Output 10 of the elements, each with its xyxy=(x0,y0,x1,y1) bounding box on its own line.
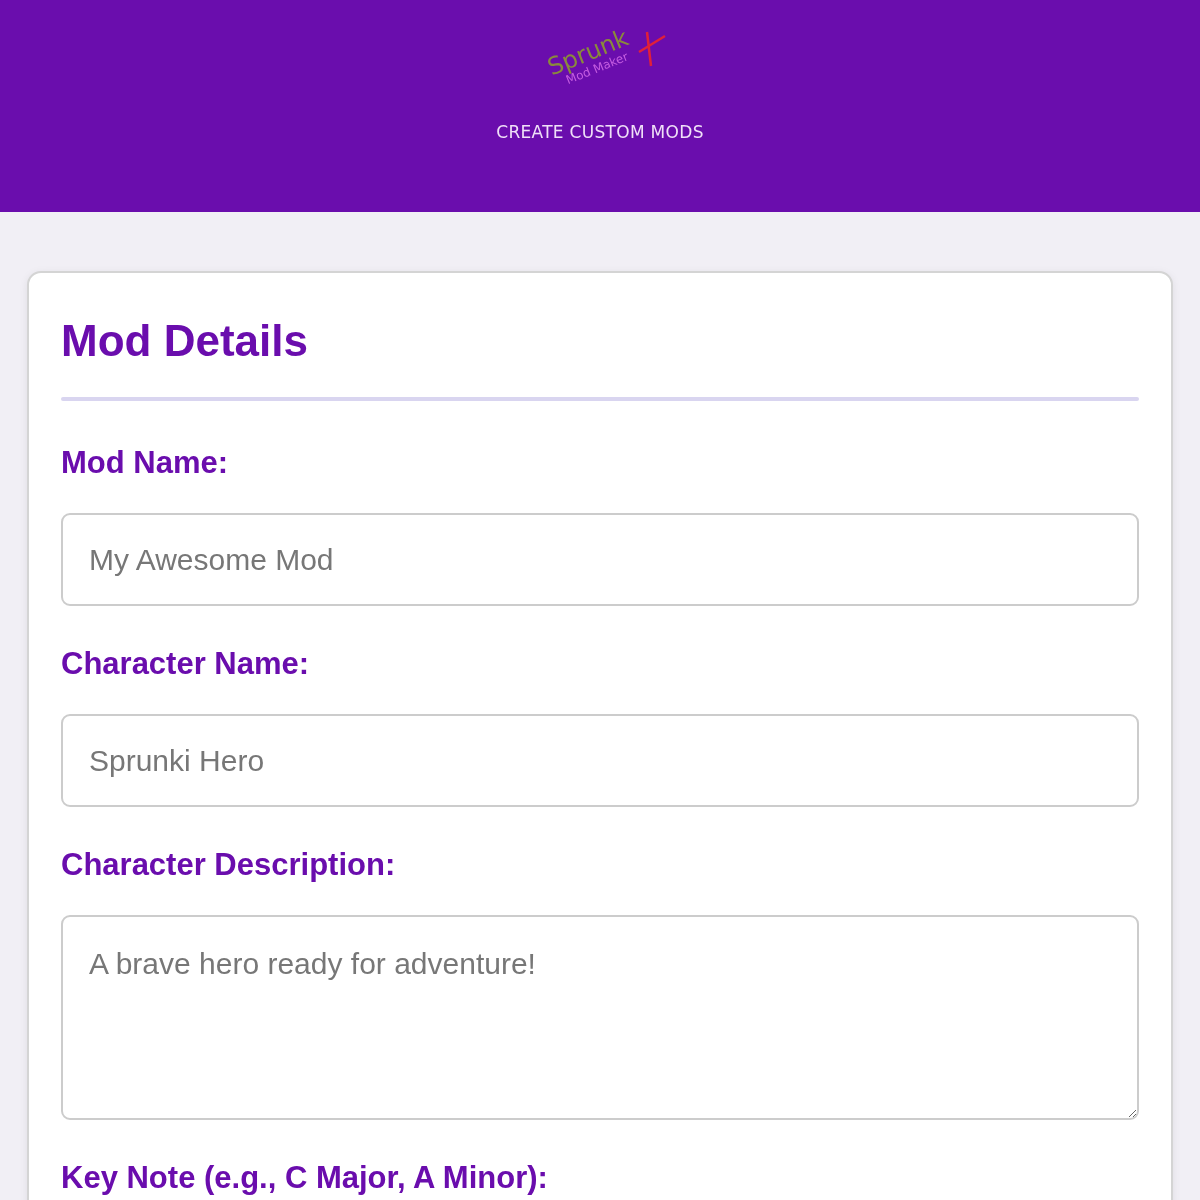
cross-icon xyxy=(637,30,667,68)
field-label: Key Note (e.g., C Major, A Minor): xyxy=(61,1160,549,1196)
field-label: Character Description: xyxy=(61,847,397,883)
text-area[interactable]: A brave hero ready for adventure! xyxy=(61,915,1139,1120)
field-label: Mod Name: xyxy=(61,445,230,481)
input-field[interactable]: Sprunki Hero xyxy=(61,714,1139,807)
input-field[interactable]: My Awesome Mod xyxy=(61,513,1139,606)
field-label: Character Name: xyxy=(61,646,311,682)
tagline: CREATE CUSTOM MODS xyxy=(496,121,704,144)
section-title: Mod Details xyxy=(61,315,309,367)
